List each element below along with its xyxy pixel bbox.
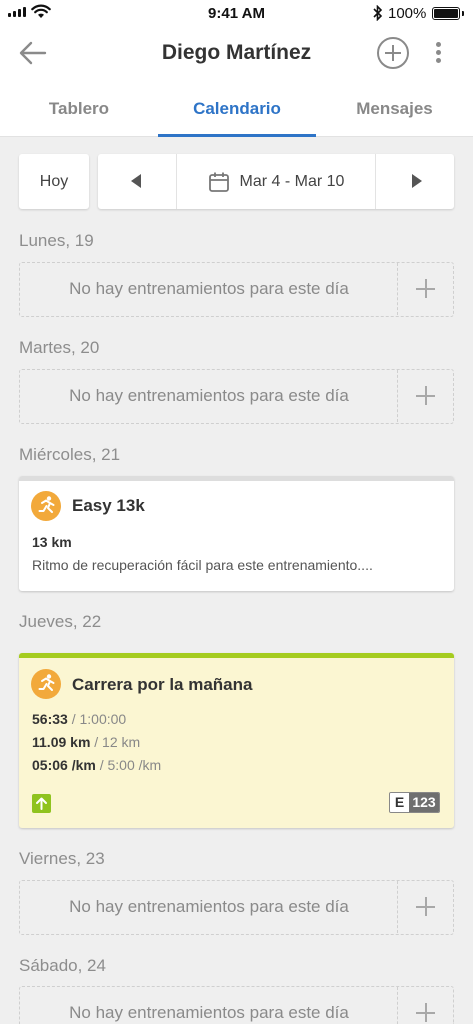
empty-day-tuesday: No hay entrenamientos para este día	[19, 369, 454, 424]
empty-day-message: No hay entrenamientos para este día	[69, 1003, 349, 1022]
workout-status-bar	[19, 476, 454, 481]
week-range-label: Mar 4 - Mar 10	[239, 172, 345, 190]
effort-value: 123	[409, 793, 439, 812]
add-workout-plus-icon[interactable]	[397, 881, 453, 933]
effort-badge: E 123	[389, 792, 440, 813]
next-week-button[interactable]	[375, 154, 454, 209]
add-circle-icon[interactable]	[376, 36, 410, 70]
running-icon	[31, 491, 61, 521]
workout-duration: 56:33 / 1:00:00	[32, 711, 127, 727]
workout-distance: 13 km	[32, 534, 72, 550]
app-header: Diego Martínez	[0, 26, 473, 82]
week-range-selector: Mar 4 - Mar 10	[98, 154, 454, 209]
battery-percent: 100%	[388, 5, 427, 22]
more-options-icon[interactable]	[434, 42, 442, 66]
tab-bar: Tablero Calendario Mensajes	[0, 82, 473, 137]
empty-day-friday: No hay entrenamientos para este día	[19, 880, 454, 935]
tab-messages[interactable]: Mensajes	[316, 82, 473, 137]
running-icon	[31, 669, 61, 699]
empty-day-saturday: No hay entrenamientos para este día	[19, 986, 454, 1024]
battery-icon	[432, 7, 464, 20]
empty-day-message: No hay entrenamientos para este día	[69, 386, 349, 405]
day-heading-saturday: Sábado, 24	[19, 956, 106, 975]
workout-pace: 05:06 /km / 5:00 /km	[32, 757, 162, 773]
add-workout-plus-icon[interactable]	[397, 370, 453, 422]
add-workout-plus-icon[interactable]	[397, 263, 453, 315]
workout-status-bar	[19, 653, 454, 658]
date-navigation: Hoy Mar 4 - Mar 10	[19, 154, 454, 209]
workout-name: Easy 13k	[72, 496, 145, 515]
workout-card-morning-run[interactable]: Carrera por la mañana 56:33 / 1:00:00 11…	[19, 653, 454, 828]
bluetooth-icon	[373, 5, 383, 21]
arrow-up-icon	[32, 794, 51, 813]
day-heading-monday: Lunes, 19	[19, 231, 94, 250]
tab-calendar[interactable]: Calendario	[158, 82, 316, 137]
empty-day-message: No hay entrenamientos para este día	[69, 897, 349, 916]
day-heading-thursday: Jueves, 22	[19, 612, 102, 631]
workout-description: Ritmo de recuperación fácil para este en…	[32, 557, 373, 573]
status-bar: 9:41 AM 100%	[0, 0, 473, 26]
workout-name: Carrera por la mañana	[72, 675, 253, 694]
day-heading-tuesday: Martes, 20	[19, 338, 100, 357]
effort-key: E	[390, 793, 409, 812]
today-button[interactable]: Hoy	[19, 154, 89, 209]
empty-day-message: No hay entrenamientos para este día	[69, 279, 349, 298]
previous-week-button[interactable]	[98, 154, 177, 209]
tab-dashboard[interactable]: Tablero	[0, 82, 158, 137]
day-heading-wednesday: Miércoles, 21	[19, 445, 121, 464]
week-range-picker[interactable]: Mar 4 - Mar 10	[177, 154, 375, 209]
calendar-icon	[208, 172, 229, 192]
empty-day-monday: No hay entrenamientos para este día	[19, 262, 454, 317]
day-heading-friday: Viernes, 23	[19, 849, 105, 868]
workout-card-easy-13k[interactable]: Easy 13k 13 km Ritmo de recuperación fác…	[19, 476, 454, 591]
workout-distance: 11.09 km / 12 km	[32, 734, 141, 750]
add-workout-plus-icon[interactable]	[397, 987, 453, 1024]
